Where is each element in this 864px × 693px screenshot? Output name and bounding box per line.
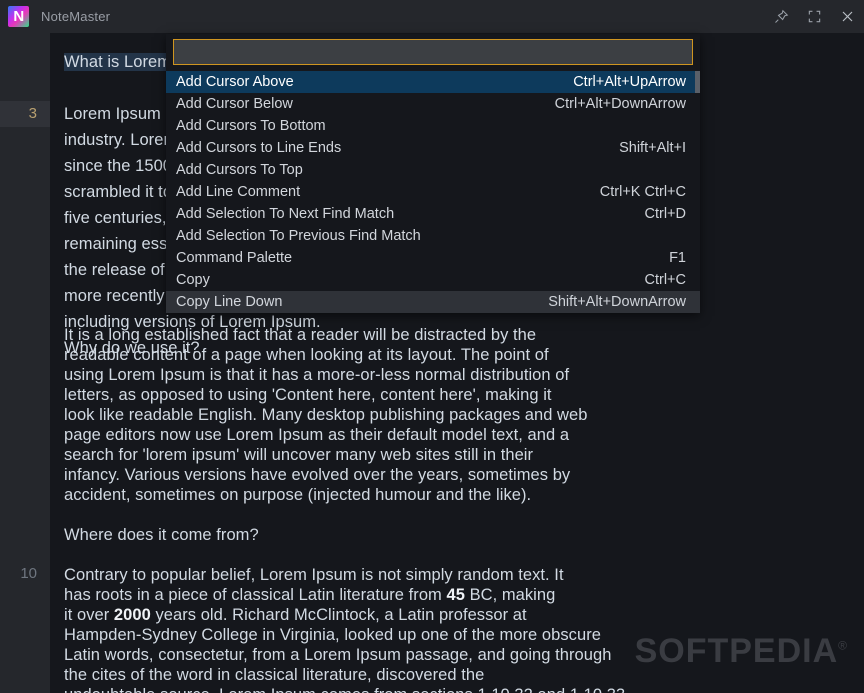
maximize-icon[interactable] <box>798 0 831 33</box>
gutter-line-number[interactable]: 3 <box>0 101 50 127</box>
command-palette-item-label: Add Selection To Next Find Match <box>176 206 395 222</box>
command-palette-scrollbar-thumb[interactable] <box>695 71 700 93</box>
command-palette-item[interactable]: Add Cursors To Top <box>166 159 700 181</box>
command-palette-input-wrap <box>166 34 700 71</box>
command-palette-scrollbar[interactable] <box>695 71 700 313</box>
document-line: undoubtable source. Lorem Ipsum comes fr… <box>64 682 864 693</box>
command-palette-item[interactable]: Add Line Comment Ctrl+K Ctrl+C <box>166 181 700 203</box>
command-palette-item-label: Add Cursors To Top <box>176 162 303 178</box>
command-palette-search-input[interactable] <box>173 39 693 65</box>
text-run: undoubtable source. Lorem Ipsum comes fr… <box>64 686 625 693</box>
command-palette-item[interactable]: Add Selection To Next Find Match Ctrl+D <box>166 203 700 225</box>
pin-icon[interactable] <box>765 0 798 33</box>
command-palette-item-label: Copy Line Down <box>176 294 283 310</box>
app-title: NoteMaster <box>41 9 111 24</box>
softpedia-watermark: SOFTPEDIA® <box>635 632 848 671</box>
gutter-line-number[interactable]: 10 <box>0 561 50 587</box>
document-line: accident, sometimes on purpose (injected… <box>64 482 864 508</box>
document-line: Where does it come from? <box>64 522 864 548</box>
app-logo-letter: N <box>13 8 24 25</box>
close-icon[interactable] <box>831 0 864 33</box>
command-palette-item-shortcut: Ctrl+D <box>644 206 687 222</box>
command-palette-item-label: Add Cursors to Line Ends <box>176 140 342 156</box>
command-palette-item-label: Add Cursors To Bottom <box>176 118 326 134</box>
command-palette-item-label: Add Cursor Above <box>176 74 294 90</box>
command-palette-item-shortcut: Shift+Alt+I <box>619 140 686 156</box>
command-palette-item[interactable]: Add Cursor Below Ctrl+Alt+DownArrow <box>166 93 700 115</box>
command-palette-item-shortcut: Shift+Alt+DownArrow <box>548 294 686 310</box>
command-palette-item-shortcut: Ctrl+C <box>644 272 687 288</box>
command-palette-item-label: Command Palette <box>176 250 293 266</box>
app-logo-icon: N <box>8 6 29 27</box>
command-palette-item-shortcut: Ctrl+Alt+UpArrow <box>573 74 686 90</box>
watermark-text: SOFTPEDIA <box>634 632 839 670</box>
command-palette-item[interactable]: Copy Ctrl+C <box>166 269 700 291</box>
command-palette-item-label: Add Selection To Previous Find Match <box>176 228 421 244</box>
command-palette-item[interactable]: Copy Line Down Shift+Alt+DownArrow <box>166 291 700 313</box>
command-palette-item-shortcut: Ctrl+Alt+DownArrow <box>554 96 686 112</box>
command-palette-list: Add Cursor Above Ctrl+Alt+UpArrow Add Curs… <box>166 71 700 313</box>
line-number-gutter: 3 10 <box>0 33 50 693</box>
text-run: accident, sometimes on purpose (injected… <box>64 486 532 504</box>
application-window: N NoteMaster 3 10 What is Lorem Ipsum? L… <box>0 0 864 693</box>
command-palette-item-shortcut: Ctrl+K Ctrl+C <box>599 184 686 200</box>
command-palette-item[interactable]: Add Cursor Above Ctrl+Alt+UpArrow <box>166 71 700 93</box>
command-palette[interactable]: Add Cursor Above Ctrl+Alt+UpArrow Add Curs… <box>166 34 700 313</box>
command-palette-item[interactable]: Command Palette F1 <box>166 247 700 269</box>
window-controls <box>765 0 864 33</box>
command-palette-item-label: Copy <box>176 272 210 288</box>
title-bar: N NoteMaster <box>0 0 864 33</box>
command-palette-item[interactable]: Add Cursors to Line Ends Shift+Alt+I <box>166 137 700 159</box>
watermark-registered-mark: ® <box>838 638 848 653</box>
command-palette-item-label: Add Line Comment <box>176 184 301 200</box>
text-run: Where does it come from? <box>64 526 259 544</box>
command-palette-item-label: Add Cursor Below <box>176 96 293 112</box>
command-palette-item[interactable]: Add Selection To Previous Find Match <box>166 225 700 247</box>
command-palette-item[interactable]: Add Cursors To Bottom <box>166 115 700 137</box>
command-palette-item-shortcut: F1 <box>669 250 686 266</box>
